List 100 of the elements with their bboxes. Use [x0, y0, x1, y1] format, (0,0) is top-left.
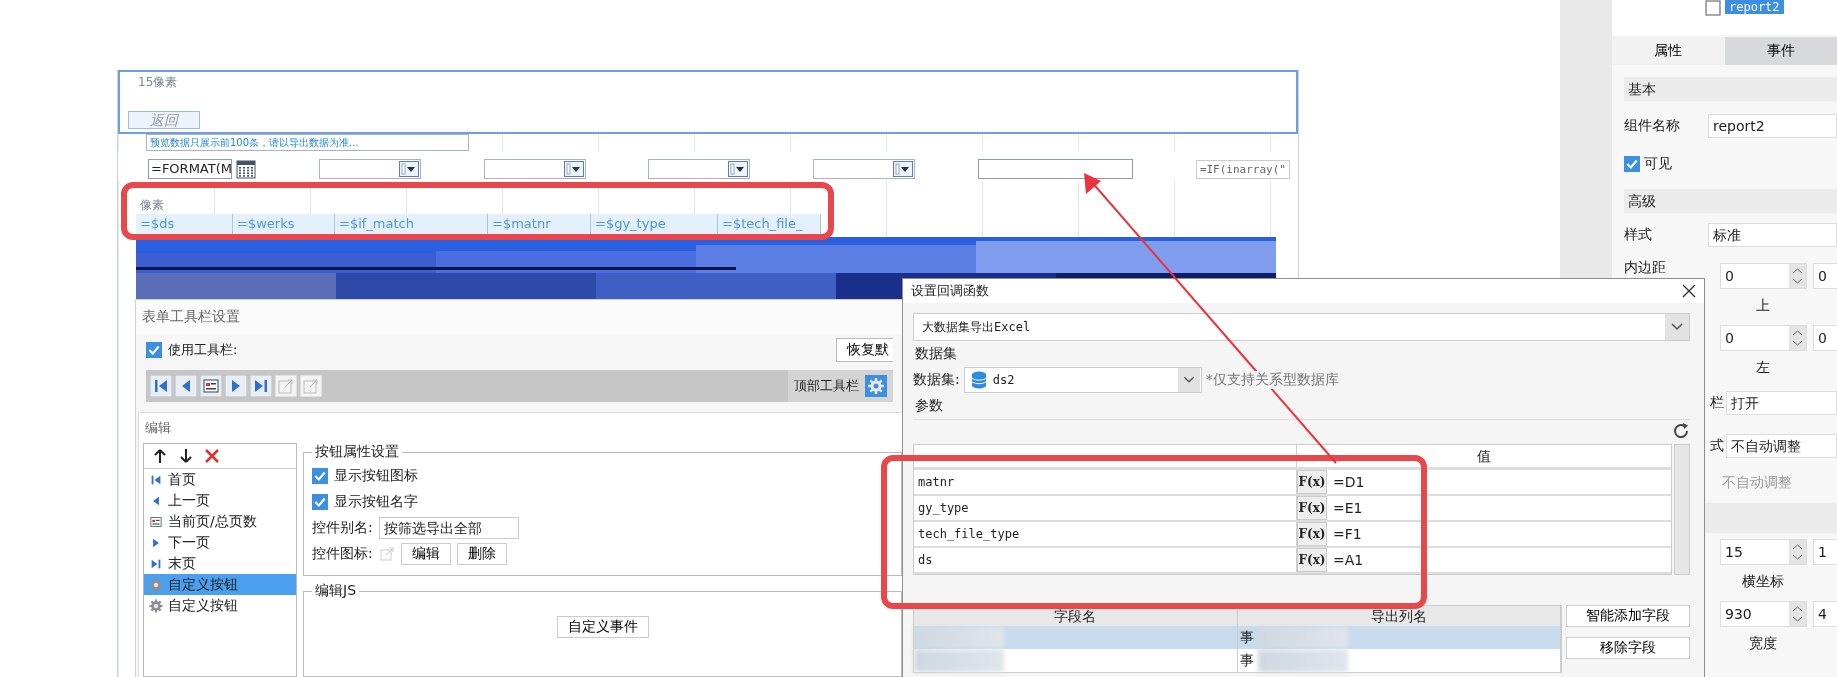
- dropdown-field[interactable]: [483, 159, 586, 179]
- number-spinner[interactable]: 0: [1813, 263, 1837, 289]
- parameter-name: ds: [914, 548, 1297, 572]
- checkbox-label: 显示按钮图标: [334, 467, 418, 485]
- refresh-icon[interactable]: [1672, 422, 1690, 440]
- section-header: 高级: [1624, 189, 1837, 213]
- checkbox-label: 可见: [1644, 155, 1672, 173]
- dropdown-icon[interactable]: [728, 161, 749, 177]
- number-spinner[interactable]: 0: [1813, 325, 1837, 351]
- checkbox[interactable]: [146, 342, 162, 358]
- dialog-title: 设置回调函数: [911, 282, 989, 300]
- field-label: 内边距: [1624, 259, 1667, 275]
- close-icon[interactable]: [1682, 284, 1696, 298]
- next-icon[interactable]: [225, 375, 247, 397]
- list-item[interactable]: 末页: [144, 553, 296, 574]
- section-title: 数据集: [914, 344, 958, 363]
- column-header: 值: [1476, 447, 1492, 466]
- header-cell: =$gy_type: [591, 214, 718, 234]
- arrow-down-icon[interactable]: [178, 448, 194, 464]
- parameter-value[interactable]: =A1: [1327, 548, 1671, 572]
- margin-label: 像素: [140, 197, 164, 214]
- dropdown-field[interactable]: [318, 159, 421, 179]
- smart-add-button[interactable]: 智能添加字段: [1566, 605, 1690, 627]
- list-item[interactable]: 下一页: [144, 532, 296, 553]
- section-title: 编辑: [144, 419, 172, 437]
- parameter-value[interactable]: =F1: [1327, 522, 1671, 546]
- list-item[interactable]: 自定义按钮: [144, 595, 296, 616]
- field-label: 组件名称: [1624, 117, 1681, 135]
- alias-field[interactable]: 按筛选导出全部: [378, 517, 519, 539]
- dropdown-field[interactable]: [648, 159, 751, 179]
- table-cell-text: 事: [1238, 651, 1254, 670]
- dropdown-field[interactable]: [813, 159, 916, 179]
- dropdown-field[interactable]: 打开: [1726, 390, 1837, 415]
- text-field[interactable]: [978, 159, 1134, 179]
- toolbar-position-label: 顶部工具栏: [794, 377, 859, 395]
- list-item[interactable]: 上一页: [144, 490, 296, 511]
- scrollbar[interactable]: [1674, 444, 1690, 575]
- dropdown-icon[interactable]: [398, 161, 419, 177]
- text-field[interactable]: report2: [1708, 114, 1837, 138]
- number-spinner[interactable]: 0: [1720, 263, 1807, 289]
- dropdown-icon[interactable]: [563, 161, 584, 177]
- number-spinner[interactable]: 4: [1813, 601, 1837, 627]
- last-page-icon[interactable]: [250, 375, 272, 397]
- checkbox-label: 显示按钮名字: [334, 493, 418, 511]
- dropdown-field[interactable]: 不自动调整: [1726, 433, 1837, 458]
- list-item[interactable]: 自定义按钮: [144, 574, 296, 595]
- table-row[interactable]: 事: [914, 626, 1561, 649]
- delete-icon[interactable]: [204, 448, 220, 464]
- chevron-down-icon[interactable]: [1176, 368, 1201, 392]
- spinner-caption: 左: [1754, 358, 1771, 377]
- delete-button[interactable]: 删除: [456, 543, 507, 565]
- previous-icon[interactable]: [175, 375, 197, 397]
- arrow-up-icon[interactable]: [152, 448, 168, 464]
- number-spinner[interactable]: 0: [1720, 325, 1807, 351]
- checkbox[interactable]: [312, 494, 328, 510]
- checkbox[interactable]: [1624, 156, 1640, 172]
- field-label: 控件图标:: [312, 545, 373, 563]
- header-cell: =$tech_file_: [718, 214, 821, 234]
- text-field[interactable]: 标准: [1708, 223, 1837, 247]
- panel-title: 表单工具栏设置: [136, 300, 903, 334]
- parameter-value[interactable]: =E1: [1327, 496, 1671, 520]
- restore-button[interactable]: 恢复默: [836, 338, 893, 362]
- number-spinner[interactable]: 15: [1720, 539, 1807, 565]
- formula-button[interactable]: F(x): [1297, 522, 1327, 546]
- spinner-caption: 宽度: [1747, 634, 1778, 653]
- header-cell: =$ds: [136, 214, 233, 234]
- list-item[interactable]: 首页: [144, 469, 296, 490]
- parameter-name: matnr: [914, 470, 1297, 494]
- image-placeholder-icon: [378, 546, 395, 562]
- custom-event-button[interactable]: 自定义事件: [556, 616, 649, 638]
- formula-button[interactable]: F(x): [1297, 496, 1327, 520]
- formula-button[interactable]: F(x): [1297, 548, 1327, 572]
- gear-icon: [148, 576, 164, 593]
- list-item[interactable]: 当前页/总页数: [144, 511, 296, 532]
- edit-button[interactable]: 编辑: [400, 543, 451, 565]
- tab[interactable]: 事件: [1724, 37, 1837, 65]
- calendar-icon[interactable]: [236, 159, 256, 179]
- database-icon: [970, 371, 987, 389]
- page-card-icon[interactable]: [200, 375, 222, 397]
- first-page-icon[interactable]: [150, 375, 172, 397]
- table-row[interactable]: 事: [914, 649, 1561, 672]
- dataset-note: *仅支持关系型数据库: [1205, 371, 1339, 389]
- date-field[interactable]: =FORMAT(M: [148, 159, 232, 179]
- field-label: 栏: [1709, 393, 1724, 412]
- parameter-value[interactable]: =D1: [1327, 470, 1671, 494]
- number-spinner[interactable]: 1: [1813, 539, 1837, 565]
- dropdown-icon[interactable]: [893, 161, 914, 177]
- parameter-name: tech_file_type: [914, 522, 1297, 546]
- section-header: 基本: [1624, 77, 1837, 101]
- tab[interactable]: 属性: [1612, 37, 1725, 65]
- number-spinner[interactable]: 930: [1720, 601, 1807, 627]
- remove-field-button[interactable]: 移除字段: [1566, 637, 1690, 659]
- gear-icon[interactable]: [865, 375, 887, 397]
- field-label: 式: [1709, 436, 1724, 455]
- dataset-dropdown[interactable]: ds2: [963, 367, 1202, 393]
- formula-button[interactable]: F(x): [1297, 470, 1327, 494]
- chevron-down-icon[interactable]: [1665, 314, 1689, 340]
- group-title: 编辑JS: [314, 582, 357, 600]
- checkbox[interactable]: [312, 468, 328, 484]
- function-dropdown[interactable]: 大数据集导出Excel: [913, 313, 1690, 341]
